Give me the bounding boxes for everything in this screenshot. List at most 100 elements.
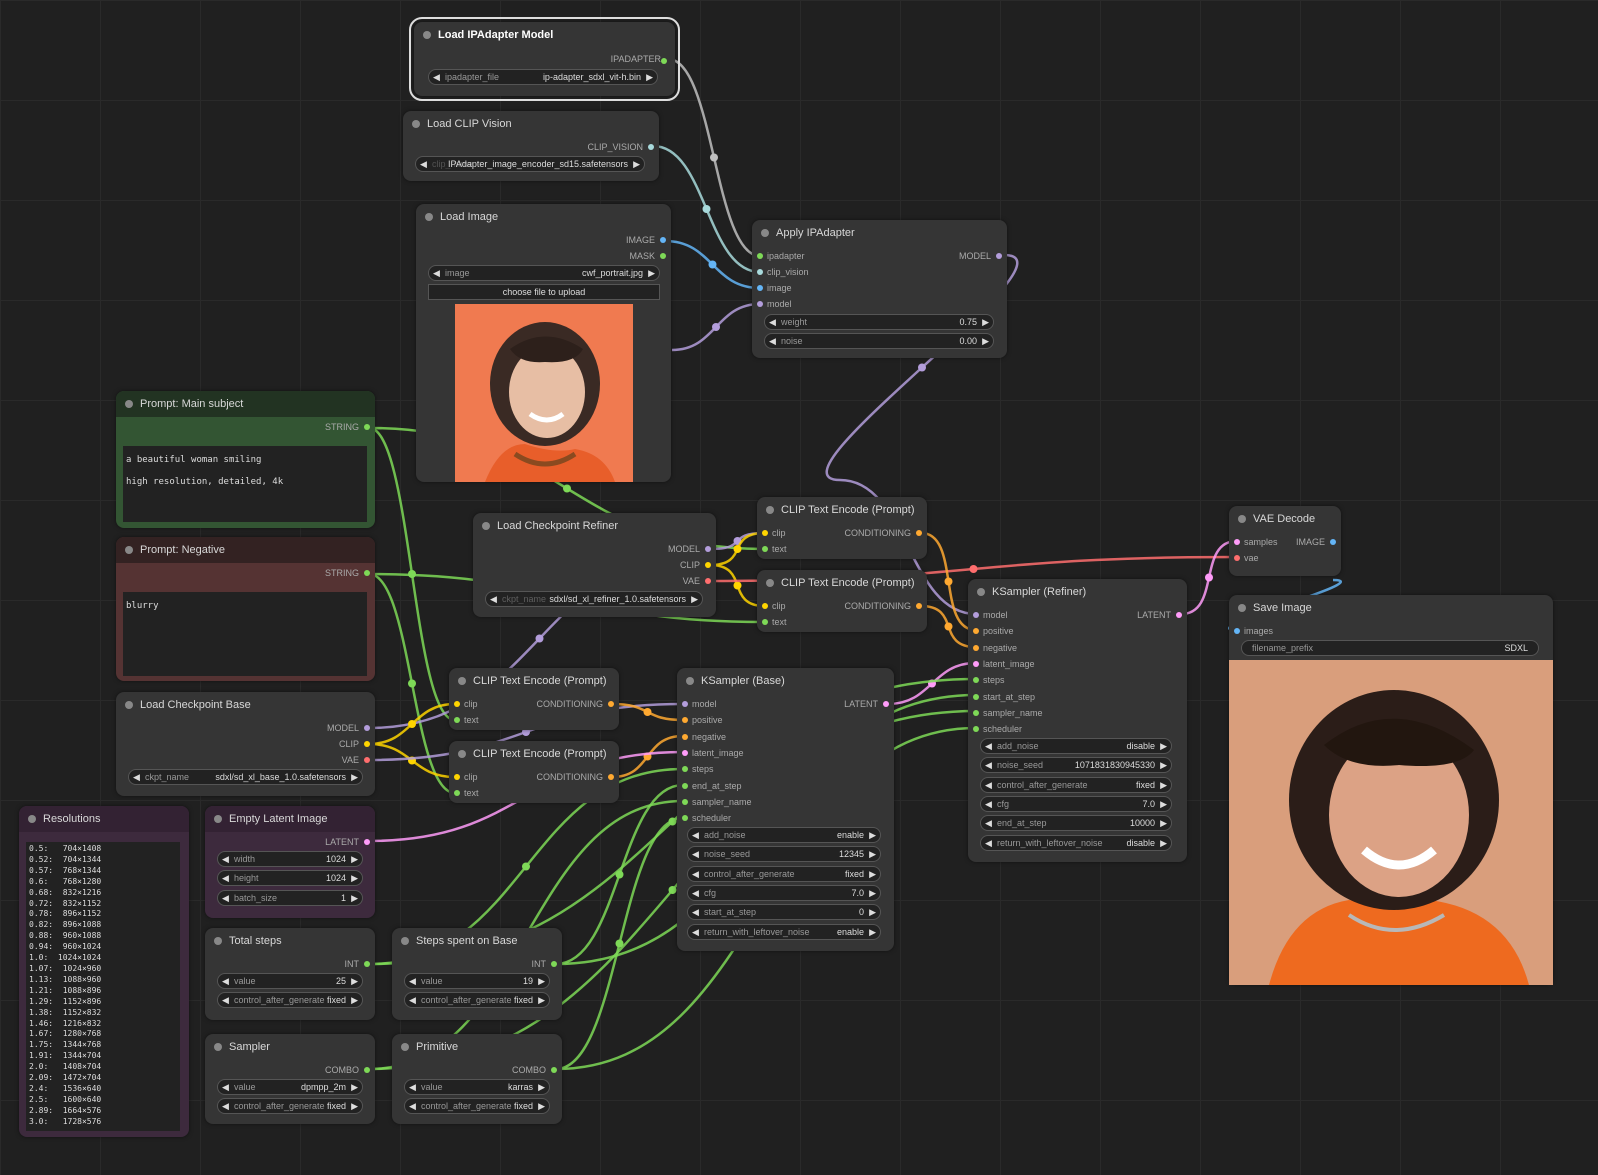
node-collapse-dot[interactable]: [977, 588, 985, 596]
wire-midpoint-handle[interactable]: [615, 870, 624, 879]
node-primitive[interactable]: Primitive COMBO ◀ value karras ▶ ◀ control_a…: [392, 1034, 562, 1124]
node-collapse-dot[interactable]: [214, 1043, 222, 1051]
input-pin-sampler-name[interactable]: [973, 709, 979, 716]
value-input[interactable]: ◀ value 25 ▶: [217, 973, 363, 989]
wire-midpoint-handle[interactable]: [668, 817, 677, 826]
output-pin-latent[interactable]: [364, 839, 370, 845]
wire-midpoint-handle[interactable]: [1205, 573, 1213, 582]
prompt-negative-textarea[interactable]: blurry: [123, 592, 367, 676]
output-pin-mask[interactable]: [660, 253, 666, 259]
wire-midpoint-handle[interactable]: [643, 708, 652, 716]
cfg-input[interactable]: ◀ cfg 7.0 ▶: [980, 796, 1172, 812]
control-after-generate-select[interactable]: ◀ control_after_generate fixed ▶: [217, 1098, 363, 1114]
output-pin-clip-vision[interactable]: [648, 144, 654, 150]
node-collapse-dot[interactable]: [125, 400, 133, 408]
node-collapse-dot[interactable]: [214, 815, 222, 823]
input-pin-images[interactable]: [1234, 628, 1240, 634]
node-apply-ipadapter[interactable]: Apply IPAdapter ipadapter clip_vision im…: [752, 220, 1007, 358]
input-pin-clip[interactable]: [762, 530, 768, 536]
node-prompt-main-subject[interactable]: Prompt: Main subject STRING a beautiful …: [116, 391, 375, 528]
input-pin-negative[interactable]: [973, 644, 979, 651]
wire-midpoint-handle[interactable]: [918, 363, 926, 372]
wire-midpoint-handle[interactable]: [408, 570, 416, 578]
node-collapse-dot[interactable]: [401, 937, 409, 945]
noise-seed-input[interactable]: ◀ noise_seed 12345 ▶: [687, 846, 881, 862]
input-pin-scheduler[interactable]: [973, 726, 979, 733]
return-with-leftover-noise-select[interactable]: ◀ return_with_leftover_noise disable ▶: [980, 835, 1172, 851]
wire-midpoint-handle[interactable]: [944, 622, 953, 631]
input-pin-end-at-step[interactable]: [682, 782, 688, 789]
input-pin-clip[interactable]: [762, 603, 768, 609]
cfg-input[interactable]: ◀ cfg 7.0 ▶: [687, 885, 881, 901]
output-pin-conditioning[interactable]: [608, 774, 614, 780]
node-clip-encode-refiner-neg[interactable]: CLIP Text Encode (Prompt) clip text COND…: [757, 570, 927, 632]
node-collapse-dot[interactable]: [423, 31, 431, 39]
input-pin-ipadapter[interactable]: [757, 253, 763, 259]
output-pin-string[interactable]: [364, 570, 370, 576]
height-input[interactable]: ◀ height 1024 ▶: [217, 870, 363, 886]
control-after-generate-select[interactable]: ◀ control_after_generate fixed ▶: [217, 992, 363, 1008]
wire-midpoint-handle[interactable]: [944, 577, 953, 586]
output-pin-clip[interactable]: [705, 562, 711, 568]
output-pin-int[interactable]: [364, 961, 370, 967]
node-collapse-dot[interactable]: [686, 677, 694, 685]
wire-midpoint-handle[interactable]: [733, 537, 742, 545]
return-with-leftover-noise-select[interactable]: ◀ return_with_leftover_noise enable ▶: [687, 924, 881, 940]
output-pin-model[interactable]: [364, 725, 370, 731]
input-pin-scheduler[interactable]: [682, 815, 688, 822]
add-noise-select[interactable]: ◀ add_noise enable ▶: [687, 827, 881, 843]
input-pin-text[interactable]: [454, 717, 460, 723]
node-collapse-dot[interactable]: [766, 579, 774, 587]
output-pin-int[interactable]: [551, 961, 557, 967]
ipadapter-file-select[interactable]: ◀ ipadapter_file ip-adapter_sdxl_vit-h.bin…: [428, 69, 658, 85]
node-collapse-dot[interactable]: [1238, 515, 1246, 523]
wire-midpoint-handle[interactable]: [535, 634, 544, 643]
wire-midpoint-handle[interactable]: [708, 260, 717, 269]
wire-midpoint-handle[interactable]: [615, 939, 624, 948]
batch-size-input[interactable]: ◀ batch_size 1 ▶: [217, 890, 363, 906]
node-clip-encode-base-neg[interactable]: CLIP Text Encode (Prompt) clip text COND…: [449, 741, 619, 803]
node-sampler[interactable]: Sampler COMBO ◀ value dpmpp_2m ▶ ◀ control_a…: [205, 1034, 375, 1124]
wire-midpoint-handle[interactable]: [969, 565, 978, 573]
node-load-clip-vision[interactable]: Load CLIP Vision CLIP_VISION ◀ clip_name I…: [403, 111, 659, 181]
noise-seed-input[interactable]: ◀ noise_seed 1071831830945330 ▶: [980, 757, 1172, 773]
input-pin-text[interactable]: [762, 546, 768, 552]
input-pin-clip[interactable]: [454, 701, 460, 707]
start-at-step-input[interactable]: ◀ start_at_step 0 ▶: [687, 904, 881, 920]
node-clip-encode-refiner-pos[interactable]: CLIP Text Encode (Prompt) clip text COND…: [757, 497, 927, 559]
sampler-value-select[interactable]: ◀ value dpmpp_2m ▶: [217, 1079, 363, 1095]
node-empty-latent-image[interactable]: Empty Latent Image LATENT ◀ width 1024 ▶ ◀ h…: [205, 806, 375, 918]
node-collapse-dot[interactable]: [482, 522, 490, 530]
input-pin-negative[interactable]: [682, 733, 688, 740]
output-pin-image[interactable]: [1330, 539, 1336, 545]
ckpt-name-select[interactable]: ◀ ckpt_name sdxl/sd_xl_base_1.0.safetensor…: [128, 769, 363, 785]
wire-midpoint-handle[interactable]: [408, 720, 416, 728]
output-pin-latent[interactable]: [883, 701, 889, 707]
output-pin-string[interactable]: [364, 424, 370, 430]
control-after-generate-select[interactable]: ◀ control_after_generate fixed ▶: [404, 992, 550, 1008]
wire-midpoint-handle[interactable]: [408, 679, 416, 688]
wire-midpoint-handle[interactable]: [733, 581, 742, 590]
prompt-main-textarea[interactable]: a beautiful woman smiling high resolutio…: [123, 446, 367, 522]
node-collapse-dot[interactable]: [125, 546, 133, 554]
weight-slider[interactable]: ◀ weight 0.75 ▶: [764, 314, 994, 330]
node-collapse-dot[interactable]: [401, 1043, 409, 1051]
control-after-generate-select[interactable]: ◀ control_after_generate fixed ▶: [687, 866, 881, 882]
output-pin-model[interactable]: [996, 253, 1002, 259]
input-pin-text[interactable]: [762, 619, 768, 625]
input-pin-steps[interactable]: [973, 677, 979, 684]
node-collapse-dot[interactable]: [125, 701, 133, 709]
output-pin-model[interactable]: [705, 546, 711, 552]
output-pin-vae[interactable]: [705, 578, 711, 584]
output-pin-combo[interactable]: [551, 1067, 557, 1073]
width-input[interactable]: ◀ width 1024 ▶: [217, 851, 363, 867]
control-after-generate-select[interactable]: ◀ control_after_generate fixed ▶: [980, 777, 1172, 793]
node-ksampler-base[interactable]: KSampler (Base) model positive negative lat…: [677, 668, 894, 951]
input-pin-clip-vision[interactable]: [757, 269, 763, 275]
node-steps-spent-on-base[interactable]: Steps spent on Base INT ◀ value 19 ▶ ◀ contr…: [392, 928, 562, 1020]
node-collapse-dot[interactable]: [766, 506, 774, 514]
node-load-image[interactable]: Load Image IMAGE MASK ◀ image cwf_portrait…: [416, 204, 671, 482]
control-after-generate-select[interactable]: ◀ control_after_generate fixed ▶: [404, 1098, 550, 1114]
input-pin-latent-image[interactable]: [682, 749, 688, 756]
output-pin-clip[interactable]: [364, 741, 370, 747]
